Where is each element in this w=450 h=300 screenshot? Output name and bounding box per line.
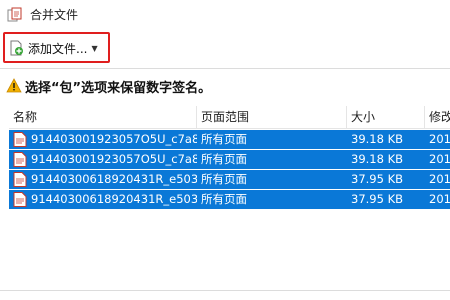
info-banner: 选择“包”选项来保留数字签名。 xyxy=(0,69,450,103)
file-modified: 2018 xyxy=(429,152,450,166)
table-row[interactable]: 914403001923057O5U_c7a8b7... 所有页面 39.18 … xyxy=(9,150,450,169)
file-modified: 2018 xyxy=(429,192,450,206)
chevron-down-icon: ▼ xyxy=(91,43,98,53)
file-page-range: 所有页面 xyxy=(201,132,247,146)
title-bar: 合并文件 xyxy=(0,0,450,32)
file-modified: 2018 xyxy=(429,172,450,186)
column-header-modified[interactable]: 修改 xyxy=(425,106,450,128)
column-header-name[interactable]: 名称 xyxy=(9,106,197,128)
app-merge-icon xyxy=(7,7,23,23)
add-file-icon xyxy=(8,40,24,56)
file-size: 39.18 KB xyxy=(351,132,404,146)
banner-text: 选择“包”选项来保留数字签名。 xyxy=(25,80,212,96)
file-page-range: 所有页面 xyxy=(201,192,247,206)
add-files-button[interactable]: 添加文件... ▼ xyxy=(8,37,98,59)
file-size: 39.18 KB xyxy=(351,152,404,166)
merge-files-window: 合并文件 添加文件... ▼ 选择“包”选项来保留数字签名。 名称 页面范围 大… xyxy=(0,0,450,300)
file-modified: 2018 xyxy=(429,132,450,146)
file-name: 914403001923057O5U_c7a8b7... xyxy=(31,152,197,166)
file-page-range: 所有页面 xyxy=(201,172,247,186)
divider xyxy=(0,290,450,291)
window-title: 合并文件 xyxy=(30,8,79,22)
table-header: 名称 页面范围 大小 修改 xyxy=(9,106,450,129)
add-files-label: 添加文件... xyxy=(28,41,88,56)
column-header-page-range[interactable]: 页面范围 xyxy=(197,106,347,128)
file-page-range: 所有页面 xyxy=(201,152,247,166)
file-table: 名称 页面范围 大小 修改 914403001923057O5U_c7a8b7.… xyxy=(9,106,450,209)
file-name: 91440300618920431R_e503b04... xyxy=(31,172,197,186)
table-row[interactable]: 914403001923057O5U_c7a8b7... 所有页面 39.18 … xyxy=(9,130,450,149)
file-name: 91440300618920431R_e503b04... xyxy=(31,192,197,206)
table-row[interactable]: 91440300618920431R_e503b04... 所有页面 37.95… xyxy=(9,190,450,209)
warning-icon xyxy=(6,78,22,94)
file-size: 37.95 KB xyxy=(351,192,404,206)
file-name: 914403001923057O5U_c7a8b7... xyxy=(31,132,197,146)
file-size: 37.95 KB xyxy=(351,172,404,186)
table-row[interactable]: 91440300618920431R_e503b04... 所有页面 37.95… xyxy=(9,170,450,189)
column-header-size[interactable]: 大小 xyxy=(347,106,425,128)
